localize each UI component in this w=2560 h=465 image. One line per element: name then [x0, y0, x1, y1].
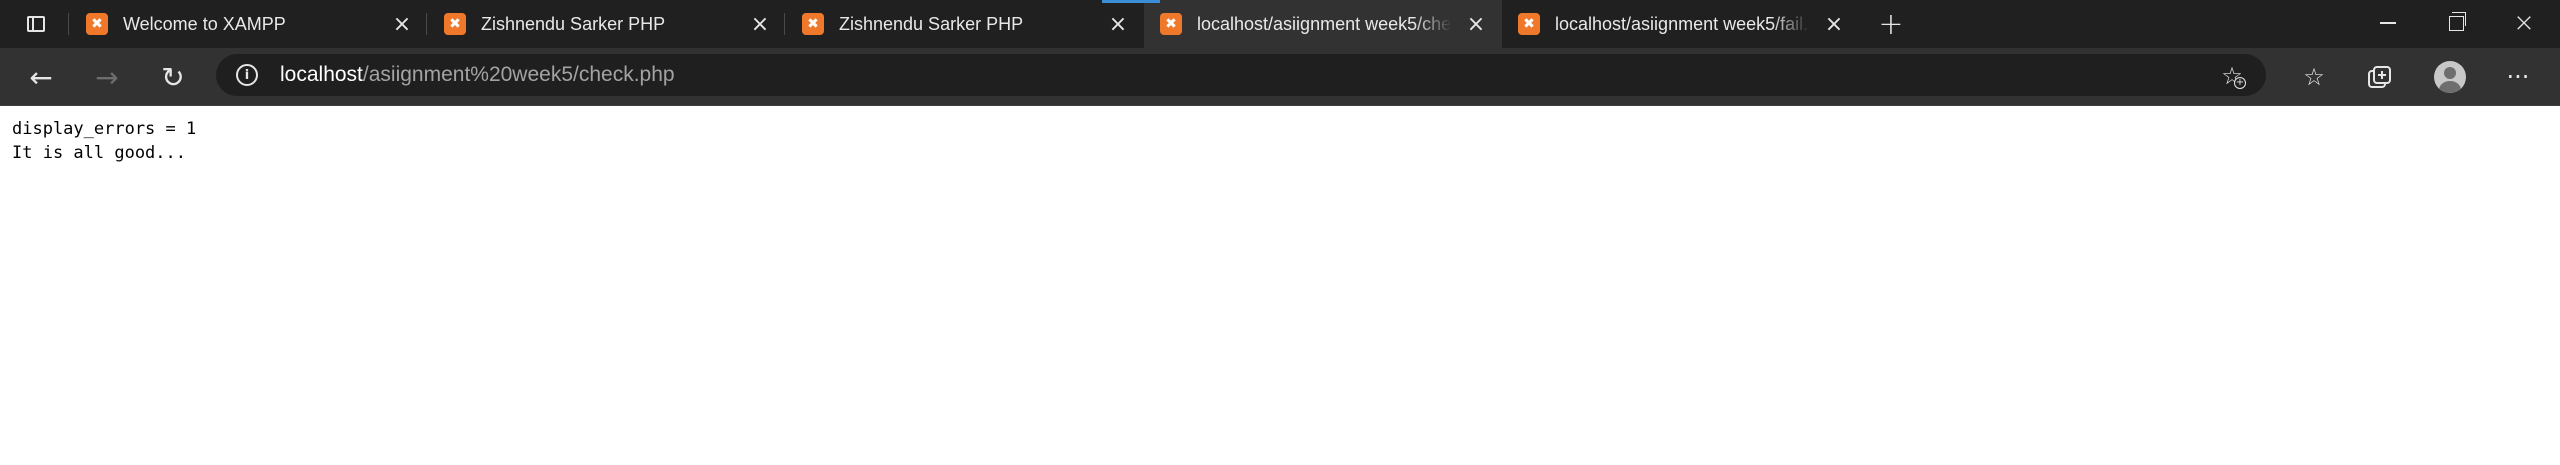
tab-close-icon[interactable]: ×	[1464, 12, 1488, 37]
tab-separator	[784, 13, 785, 35]
url-path: /asiignment%20week5/check.php	[362, 63, 675, 86]
tab-actions-icon	[27, 16, 45, 32]
tab-close-icon[interactable]: ×	[1822, 12, 1846, 37]
minimize-button[interactable]	[2354, 0, 2422, 46]
tab-title: Zishnendu Sarker PHP	[839, 14, 1024, 34]
page-content: display_errors = 1 It is all good...	[0, 107, 2560, 465]
tab-separator	[68, 13, 69, 35]
tab-fail-php[interactable]: ✖ localhost/asiignment week5/fail.php ×	[1502, 0, 1860, 48]
output-line-1: display_errors = 1	[12, 119, 197, 139]
forward-button[interactable]: →	[84, 56, 130, 98]
favorites-star-icon: ☆	[2303, 63, 2325, 91]
xampp-favicon-icon: ✖	[1518, 13, 1540, 35]
tab-separator	[426, 13, 427, 35]
tab-title: localhost/asiignment week5/fail.php	[1555, 14, 1810, 34]
address-url[interactable]: localhost/asiignment%20week5/check.php	[280, 63, 675, 87]
profile-avatar[interactable]	[2434, 61, 2466, 93]
tab-strip: ✖ Welcome to XAMPP × ✖ Zishnendu Sarker …	[0, 0, 2560, 48]
restore-button[interactable]	[2422, 0, 2490, 46]
xampp-favicon-icon: ✖	[802, 13, 824, 35]
url-host: localhost	[280, 63, 363, 86]
xampp-favicon-icon: ✖	[444, 13, 466, 35]
tab-title: localhost/asiignment week5/check.php	[1197, 14, 1452, 34]
plus-badge-icon: +	[2234, 77, 2246, 89]
tab-check-php[interactable]: ✖ localhost/asiignment week5/check.php ×	[1102, 0, 1502, 48]
back-button[interactable]: ←	[18, 56, 64, 98]
tab-close-icon[interactable]: ×	[390, 12, 414, 37]
close-window-button[interactable]: ×	[2490, 0, 2558, 46]
tab-welcome-xampp[interactable]: ✖ Welcome to XAMPP ×	[68, 0, 428, 48]
add-to-favorites-button[interactable]: ☆ +	[2218, 62, 2246, 90]
tab-zishnendu-sarker-php-1[interactable]: ✖ Zishnendu Sarker PHP ×	[426, 0, 786, 48]
settings-more-button[interactable]: ···	[2496, 58, 2540, 96]
xampp-favicon-icon: ✖	[86, 13, 108, 35]
favorites-button[interactable]: ☆	[2292, 58, 2336, 96]
tab-actions-menu-button[interactable]	[16, 10, 56, 38]
tab-close-icon[interactable]: ×	[1106, 12, 1130, 37]
collections-icon	[2368, 66, 2391, 88]
tab-title: Zishnendu Sarker PHP	[481, 14, 666, 34]
browser-toolbar: ← → ↻ i localhost/asiignment%20week5/che…	[0, 48, 2560, 106]
restore-icon	[2448, 11, 2466, 31]
tab-zishnendu-sarker-php-2[interactable]: ✖ Zishnendu Sarker PHP ×	[784, 0, 1144, 48]
address-bar[interactable]: i localhost/asiignment%20week5/check.php…	[216, 54, 2266, 96]
page-output: display_errors = 1 It is all good...	[12, 117, 196, 165]
minimize-icon	[2380, 22, 2396, 24]
collections-button[interactable]	[2358, 58, 2402, 96]
output-line-2: It is all good...	[12, 143, 186, 163]
site-info-icon[interactable]: i	[236, 64, 258, 86]
tab-close-icon[interactable]: ×	[748, 12, 772, 37]
xampp-favicon-icon: ✖	[1160, 13, 1182, 35]
refresh-button[interactable]: ↻	[150, 56, 196, 98]
new-tab-button[interactable]: +	[1874, 7, 1908, 42]
tab-title: Welcome to XAMPP	[123, 14, 286, 34]
